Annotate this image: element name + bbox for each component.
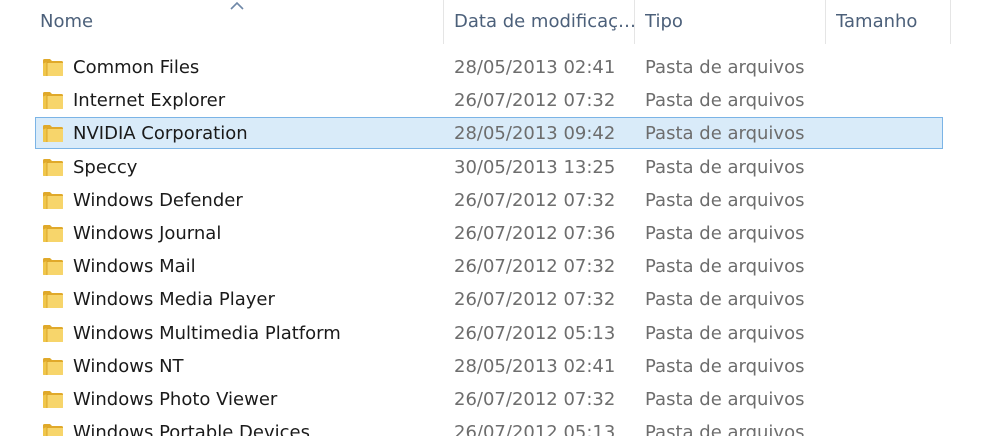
file-name: Windows Mail bbox=[73, 256, 196, 278]
column-resize-handle[interactable] bbox=[825, 0, 826, 44]
file-name: Windows Defender bbox=[73, 189, 243, 211]
column-header-size[interactable]: Tamanho bbox=[836, 0, 946, 44]
file-size bbox=[836, 250, 946, 283]
file-size bbox=[836, 416, 946, 436]
folder-icon bbox=[43, 125, 63, 143]
file-name: Windows Multimedia Platform bbox=[73, 322, 341, 344]
file-size bbox=[836, 350, 946, 383]
folder-icon bbox=[43, 59, 63, 76]
folder-icon bbox=[43, 191, 63, 209]
file-explorer-details-view: Nome Data de modificaç… Tipo Tamanho Com… bbox=[0, 0, 984, 436]
file-date-modified: 28/05/2013 02:41 bbox=[454, 57, 616, 78]
file-date-modified: 26/07/2012 07:32 bbox=[454, 90, 616, 112]
file-row[interactable]: Windows Journal 26/07/2012 07:36 Pasta d… bbox=[0, 217, 984, 250]
column-header-type[interactable]: Tipo bbox=[645, 0, 820, 44]
folder-icon bbox=[43, 258, 63, 276]
file-row[interactable]: Windows Defender 26/07/2012 07:32 Pasta … bbox=[0, 184, 984, 217]
file-name: Windows Media Player bbox=[73, 289, 275, 311]
column-resize-handle[interactable] bbox=[950, 0, 951, 44]
file-type: Pasta de arquivos bbox=[645, 123, 805, 145]
file-row[interactable]: NVIDIA Corporation 28/05/2013 09:42 Past… bbox=[0, 117, 984, 150]
folder-icon bbox=[43, 158, 63, 176]
file-type: Pasta de arquivos bbox=[645, 256, 805, 278]
file-name: Windows Journal bbox=[73, 222, 222, 244]
file-date-modified: 26/07/2012 07:32 bbox=[454, 388, 616, 410]
file-name: Windows NT bbox=[73, 355, 184, 377]
file-date-modified: 30/05/2013 13:25 bbox=[454, 156, 616, 178]
file-type: Pasta de arquivos bbox=[645, 189, 805, 211]
file-date-modified: 26/07/2012 07:32 bbox=[454, 289, 616, 311]
file-name: Windows Photo Viewer bbox=[73, 388, 278, 410]
sort-ascending-icon bbox=[230, 1, 244, 10]
column-header-date[interactable]: Data de modificaç… bbox=[454, 0, 634, 44]
file-row[interactable]: Speccy 30/05/2013 13:25 Pasta de arquivo… bbox=[0, 151, 984, 184]
file-date-modified: 26/07/2012 05:13 bbox=[454, 422, 616, 436]
file-date-modified: 26/07/2012 05:13 bbox=[454, 322, 616, 344]
file-type: Pasta de arquivos bbox=[645, 422, 805, 436]
file-size bbox=[836, 51, 946, 84]
file-name: NVIDIA Corporation bbox=[73, 123, 248, 145]
file-size bbox=[836, 317, 946, 350]
file-size bbox=[836, 184, 946, 217]
file-size bbox=[836, 117, 946, 150]
file-date-modified: 28/05/2013 02:41 bbox=[454, 355, 616, 377]
file-type: Pasta de arquivos bbox=[645, 156, 805, 178]
file-type: Pasta de arquivos bbox=[645, 322, 805, 344]
file-type: Pasta de arquivos bbox=[645, 90, 805, 112]
folder-icon bbox=[43, 424, 63, 436]
file-row[interactable]: Windows Mail 26/07/2012 07:32 Pasta de a… bbox=[0, 250, 984, 283]
file-name: Common Files bbox=[73, 57, 200, 78]
folder-icon bbox=[43, 357, 63, 375]
column-resize-handle[interactable] bbox=[634, 0, 635, 44]
file-date-modified: 26/07/2012 07:32 bbox=[454, 189, 616, 211]
file-size bbox=[836, 217, 946, 250]
file-type: Pasta de arquivos bbox=[645, 355, 805, 377]
file-name: Windows Portable Devices bbox=[73, 422, 310, 436]
file-list: Common Files 28/05/2013 02:41 Pasta de a… bbox=[0, 51, 984, 436]
folder-icon bbox=[43, 324, 63, 342]
file-type: Pasta de arquivos bbox=[645, 388, 805, 410]
file-date-modified: 26/07/2012 07:32 bbox=[454, 256, 616, 278]
folder-icon bbox=[43, 92, 63, 110]
file-row[interactable]: Windows Multimedia Platform 26/07/2012 0… bbox=[0, 317, 984, 350]
file-row[interactable]: Windows NT 28/05/2013 02:41 Pasta de arq… bbox=[0, 350, 984, 383]
folder-icon bbox=[43, 390, 63, 408]
file-size bbox=[836, 283, 946, 316]
folder-icon bbox=[43, 224, 63, 242]
file-row[interactable]: Common Files 28/05/2013 02:41 Pasta de a… bbox=[0, 51, 984, 84]
file-row[interactable]: Windows Photo Viewer 26/07/2012 07:32 Pa… bbox=[0, 383, 984, 416]
file-name: Speccy bbox=[73, 156, 138, 178]
column-resize-handle[interactable] bbox=[443, 0, 444, 44]
file-type: Pasta de arquivos bbox=[645, 57, 805, 78]
file-date-modified: 28/05/2013 09:42 bbox=[454, 123, 616, 145]
folder-icon bbox=[43, 291, 63, 309]
column-header-bar: Nome Data de modificaç… Tipo Tamanho bbox=[0, 0, 984, 44]
file-row[interactable]: Internet Explorer 26/07/2012 07:32 Pasta… bbox=[0, 84, 984, 117]
file-row[interactable]: Windows Media Player 26/07/2012 07:32 Pa… bbox=[0, 283, 984, 316]
file-name: Internet Explorer bbox=[73, 90, 226, 112]
file-date-modified: 26/07/2012 07:36 bbox=[454, 222, 616, 244]
file-size bbox=[836, 151, 946, 184]
file-type: Pasta de arquivos bbox=[645, 222, 805, 244]
file-size bbox=[836, 84, 946, 117]
file-type: Pasta de arquivos bbox=[645, 289, 805, 311]
file-row[interactable]: Windows Portable Devices 26/07/2012 05:1… bbox=[0, 416, 984, 436]
file-size bbox=[836, 383, 946, 416]
